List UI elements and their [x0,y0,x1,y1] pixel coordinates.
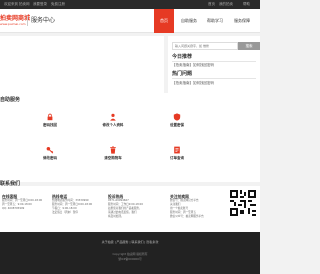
qr-code-icon [230,190,256,216]
header-divider [27,16,28,26]
help-item-change-password[interactable]: 修改密码 [20,146,80,174]
trash-icon [110,146,116,154]
help-item-password-recovery[interactable]: 密码找回 [20,113,80,141]
footer-icp: 浙ICP备000000号 [118,257,142,261]
self-service-section: 自助服务 密码找回 修改个人资料 设置密保 修改密码 清空购物车 订单查询 [0,93,260,182]
topbar-help-link[interactable]: 帮助 [243,2,250,7]
contact-col-line: 微信公众号：拍卖网服务平台 [170,215,204,218]
main-banner-area [0,36,164,93]
topbar-site-link[interactable]: 拍卖网 [19,2,30,7]
contact-col-line: 法定假日（周末）暂停 [52,211,78,214]
contact-online-service: 在线客服 服务时间：周一至周日9:00-18:00 周一至周五：9:00-18:… [2,194,44,211]
user-icon [110,113,116,121]
contact-wechat: 关注拍卖网 微信号：拍卖网官方平台 关注我们 用一个拍卖账号 服务时间：周一至周… [170,194,220,219]
lock-icon [47,113,53,121]
contact-col-line: 将及时处理。 [108,215,124,218]
recommend-link[interactable]: 【拍卖指南】如何找回密码 [172,63,214,68]
order-icon [174,146,180,154]
hot-questions-title: 热门问题 [172,71,193,77]
today-recommend-title: 今日推荐 [172,54,193,60]
topbar-home-link[interactable]: 首页 [208,2,215,7]
search-button[interactable]: 搜索 [238,42,260,50]
divider [172,61,256,62]
help-item-edit-profile[interactable]: 修改个人资料 [83,113,143,141]
contact-col-line: QQ: 4008705999 [2,207,25,210]
help-item-label: 设置密保 [170,123,184,127]
search-input[interactable] [172,42,238,50]
footer: 关于拍卖 | 产品服务 | 联系我们 | 隐私条款 Copyright 拍卖网 … [0,232,260,274]
header: 拍卖网商城 www.paimai.com 服务中心 首页 自助服务 帮助学习 服… [0,9,260,33]
self-service-title: 自助服务 [0,97,21,103]
my-auction-link[interactable]: 我的拍卖 [219,2,233,7]
nav-tab-home[interactable]: 首页 [154,9,174,33]
shield-icon [173,113,181,121]
top-bar: 欢迎来到 拍卖网 我要登录 免费注册 首页 我的拍卖 帮助 [0,0,260,9]
contact-complaint: 投诉热线 0571-69994667 服务时间：工作日9:00-18:00 如果… [108,194,150,219]
help-item-order-query[interactable]: 订单查询 [147,146,207,174]
login-link[interactable]: 我要登录 [33,2,47,7]
help-item-clear-cart[interactable]: 清空购物车 [83,146,143,174]
logo[interactable]: 拍卖网商城 www.paimai.com [0,15,30,27]
nav-tab-help[interactable]: 帮助学习 [203,9,227,33]
nav-tab-self-service[interactable]: 自助服务 [177,9,201,33]
logo-subtext: www.paimai.com [0,22,26,26]
register-link[interactable]: 免费注册 [51,2,65,7]
help-item-security-setting[interactable]: 设置密保 [147,113,207,141]
footer-copyright: Copyright 拍卖网 版权所有 [112,252,148,256]
nav-tab-guarantee[interactable]: 服务保障 [230,9,254,33]
footer-links[interactable]: 关于拍卖 | 产品服务 | 联系我们 | 隐私条款 [0,240,260,245]
help-item-label: 订单查询 [170,156,184,160]
help-item-label: 清空购物车 [104,156,122,160]
divider [172,78,256,79]
logo-text: 拍卖网商城 [0,15,31,22]
page-title: 服务中心 [31,17,56,24]
contact-hotline: 热线电话 热线电话服务时间：33330999 服务时间：周一至周日9:00-18… [52,194,94,215]
key-icon [46,147,54,154]
hot-question-link[interactable]: 【拍卖指南】如何找回密码 [172,81,214,86]
contact-section: 在线客服 服务时间：周一至周日9:00-18:00 周一至周五：9:00-18:… [0,186,260,232]
help-item-label: 密码找回 [43,123,57,127]
right-panel: 搜索 今日推荐 【拍卖指南】如何找回密码 热门问题 【拍卖指南】如何找回密码 [168,36,260,93]
help-item-label: 修改密码 [43,156,57,160]
help-item-label: 修改个人资料 [102,123,124,127]
topbar-welcome: 欢迎来到 [4,2,18,6]
